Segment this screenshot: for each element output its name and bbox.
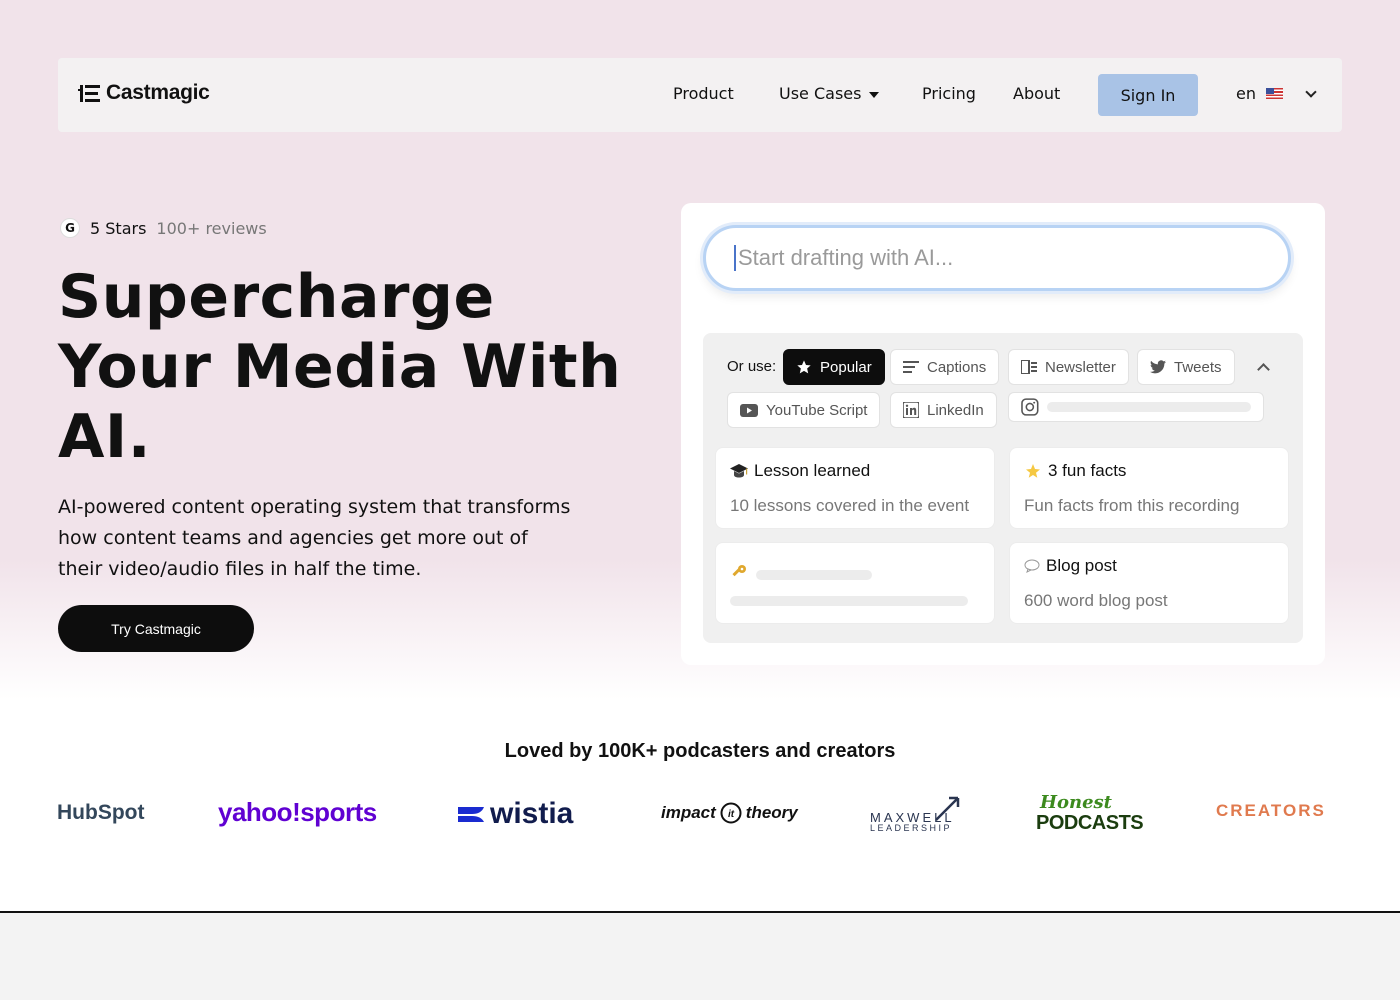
headline-line-2: Your Media With xyxy=(58,332,622,402)
ai-composer-card: Start drafting with AI... Or use: Popula… xyxy=(681,203,1325,665)
tile-blog-desc: 600 word blog post xyxy=(1024,591,1168,610)
hero-headline: Supercharge Your Media With AI. xyxy=(58,262,658,472)
wistia-mark-icon xyxy=(458,807,484,822)
honest-word: Honest xyxy=(1040,792,1112,813)
chip-tweets-label: Tweets xyxy=(1174,358,1222,376)
loading-bar-desc xyxy=(730,596,968,606)
footer-background xyxy=(0,913,1400,1000)
nav-product[interactable]: Product xyxy=(673,84,734,103)
chip-youtube-script[interactable]: YouTube Script xyxy=(727,392,881,428)
linkedin-icon xyxy=(903,402,919,418)
impact-theory-logo: impact it theory xyxy=(661,802,798,824)
wistia-logo: wistia xyxy=(458,797,573,831)
honest-podcasts-logo: Honest PODCASTS xyxy=(1036,792,1144,835)
chip-popular-label: Popular xyxy=(820,358,872,376)
nav-about[interactable]: About xyxy=(1013,84,1060,103)
tile-lesson-title-row: Lesson learned xyxy=(730,461,870,481)
collapse-chevron-icon[interactable] xyxy=(1257,363,1270,376)
us-flag-icon xyxy=(1265,88,1283,99)
tile-lesson-title: Lesson learned xyxy=(754,461,871,480)
chip-captions[interactable]: Captions xyxy=(890,349,1000,385)
chip-youtube-label: YouTube Script xyxy=(766,401,868,419)
nav-use-cases[interactable]: Use Cases xyxy=(779,84,880,103)
ai-draft-input[interactable]: Start drafting with AI... xyxy=(703,225,1291,291)
rating-badge: G 5 Stars 100+ reviews xyxy=(60,218,267,238)
loading-bar-title xyxy=(756,570,872,580)
chip-linkedin[interactable]: LinkedIn xyxy=(890,392,997,428)
chip-instagram[interactable] xyxy=(1008,392,1264,422)
captions-icon xyxy=(903,361,919,373)
brand-name: Castmagic xyxy=(106,81,210,104)
impact-word: impact xyxy=(661,803,716,822)
tile-loading[interactable] xyxy=(715,542,995,624)
text-cursor xyxy=(734,245,736,271)
tile-funfacts-title: 3 fun facts xyxy=(1048,461,1127,480)
creators-logo: CREATORS xyxy=(1216,801,1326,820)
hubspot-logo: HubSpot xyxy=(57,801,145,824)
top-nav: Castmagic Product Use Cases Pricing Abou… xyxy=(58,58,1342,132)
wistia-wordmark: wistia xyxy=(490,797,574,830)
tile-lesson-learned[interactable]: Lesson learned 10 lessons covered in the… xyxy=(715,447,995,529)
ai-draft-placeholder: Start drafting with AI... xyxy=(738,245,954,270)
chip-newsletter-label: Newsletter xyxy=(1045,358,1116,376)
tile-blog-post[interactable]: Blog post 600 word blog post xyxy=(1009,542,1289,624)
headline-line-3: AI. xyxy=(58,402,152,472)
headline-line-1: Supercharge xyxy=(58,262,495,332)
chevron-down-icon xyxy=(1305,85,1317,98)
podcasts-word: PODCASTS xyxy=(1036,812,1144,834)
template-panel: Or use: Popular Captions Newsletter Twee… xyxy=(703,333,1303,643)
sparkle-star-icon xyxy=(1026,464,1040,478)
key-icon xyxy=(732,565,746,577)
chip-tweets[interactable]: Tweets xyxy=(1137,349,1235,385)
sign-in-button[interactable]: Sign In xyxy=(1098,74,1198,116)
tile-lesson-desc: 10 lessons covered in the event xyxy=(730,496,970,515)
tile-fun-facts[interactable]: 3 fun facts Fun facts from this recordin… xyxy=(1009,447,1289,529)
tile-funfacts-title-row: 3 fun facts xyxy=(1024,461,1126,481)
svg-text:it: it xyxy=(728,809,735,820)
theory-word: theory xyxy=(745,803,798,822)
twitter-bird-icon xyxy=(1150,360,1166,374)
tile-blog-title-row: Blog post xyxy=(1024,556,1117,576)
instagram-icon xyxy=(1021,398,1039,416)
social-proof-heading: Loved by 100K+ podcasters and creators xyxy=(504,740,896,762)
language-selector[interactable]: en xyxy=(1236,84,1317,103)
instagram-loading-bar xyxy=(1046,402,1251,412)
tile-funfacts-desc: Fun facts from this recording xyxy=(1024,496,1240,515)
speech-bubble-icon xyxy=(1024,559,1040,573)
nav-pricing[interactable]: Pricing xyxy=(922,84,976,103)
try-castmagic-button[interactable]: Try Castmagic xyxy=(58,605,254,652)
castmagic-logo-icon xyxy=(78,85,100,102)
tile-blog-title: Blog post xyxy=(1046,556,1117,575)
yahoo-sports-logo: yahoo!sports xyxy=(218,797,377,827)
star-icon xyxy=(797,360,811,374)
brand-logo[interactable]: Castmagic xyxy=(78,81,210,105)
chip-popular[interactable]: Popular xyxy=(783,349,885,385)
youtube-icon xyxy=(740,403,758,417)
leadership-word: LEADERSHIP xyxy=(870,823,953,833)
chip-captions-label: Captions xyxy=(927,358,987,376)
g2-icon: G xyxy=(60,218,80,238)
hero-subtitle: AI-powered content operating system that… xyxy=(58,496,571,580)
chip-newsletter[interactable]: Newsletter xyxy=(1008,349,1129,385)
nav-use-cases-label: Use Cases xyxy=(779,84,862,103)
language-code: en xyxy=(1236,84,1256,103)
graduation-cap-icon xyxy=(730,464,748,478)
rating-reviews: 100+ reviews xyxy=(156,218,267,238)
chip-linkedin-label: LinkedIn xyxy=(927,401,984,419)
impact-theory-mark-icon: it xyxy=(720,802,742,824)
newsletter-icon xyxy=(1021,360,1037,374)
caret-down-icon xyxy=(869,91,880,98)
or-use-label: Or use: xyxy=(727,358,777,375)
rating-stars: 5 Stars xyxy=(90,218,147,238)
